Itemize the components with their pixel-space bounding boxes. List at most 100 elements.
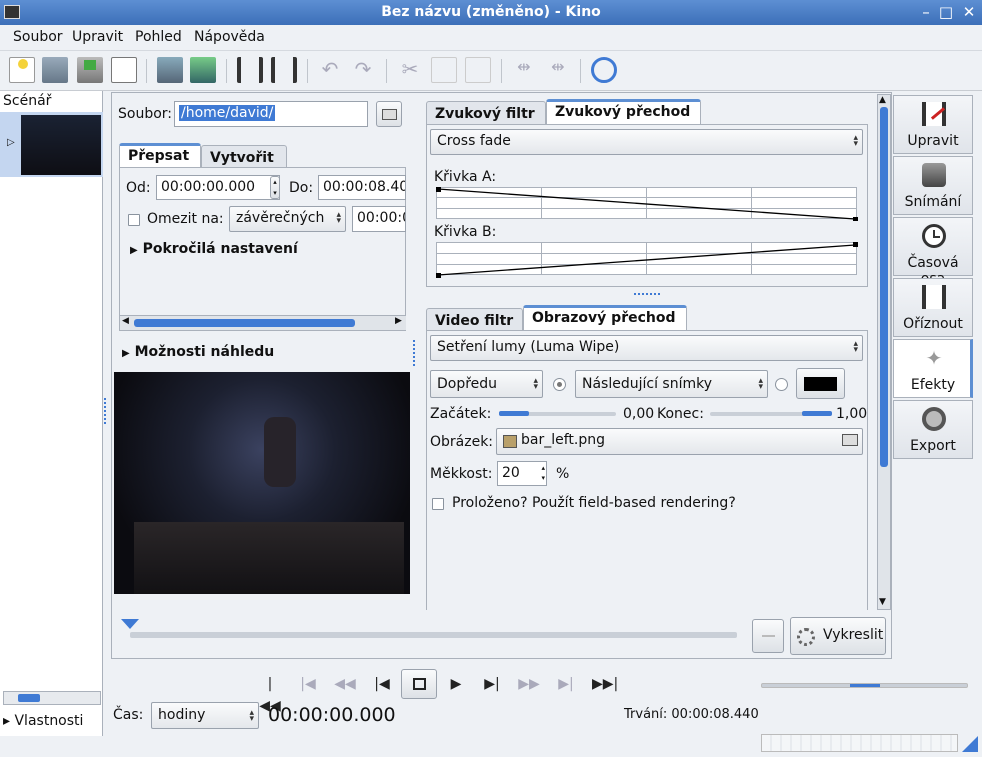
move-left-icon[interactable]: ⇹	[511, 57, 537, 83]
publish-icon[interactable]	[190, 57, 216, 83]
resize-grip-icon[interactable]	[962, 736, 978, 752]
interlace-checkbox[interactable]	[432, 498, 444, 510]
start-label: Začátek:	[430, 406, 492, 422]
from-time-input[interactable]: 00:00:00.000	[156, 175, 280, 200]
minimize-icon[interactable]: –	[916, 2, 936, 22]
menu-soubor[interactable]: Soubor	[13, 29, 63, 45]
start-slider[interactable]	[499, 411, 616, 416]
close-icon[interactable]: ✕	[959, 2, 979, 22]
advanced-settings-expander[interactable]: ▶ Pokročilá nastavení	[130, 241, 298, 257]
limit-time-input[interactable]: 00:00:0	[352, 206, 406, 232]
menu-napoveda[interactable]: Nápověda	[194, 29, 265, 45]
storyboard-label: Scénář	[3, 93, 52, 109]
undo-icon[interactable]: ↶	[317, 57, 343, 83]
video-transition-select[interactable]: Setření lumy (Luma Wipe) ▴ ▾	[430, 335, 863, 361]
softness-spin-button[interactable]: ▴ ▾	[541, 463, 545, 483]
preview-options-expander[interactable]: ▶ Možnosti náhledu	[122, 344, 274, 360]
stop-render-button[interactable]	[752, 619, 784, 653]
color-swatch	[804, 377, 837, 391]
sidebar-efekty[interactable]: ✦ Efekty	[893, 339, 973, 398]
pane-handle[interactable]	[634, 293, 660, 297]
to-time-input[interactable]: 00:00:08.400	[318, 175, 406, 200]
time-unit-value: hodiny	[158, 707, 206, 723]
sidebar-casova-osa[interactable]: Časová osa	[893, 217, 973, 287]
file-path-input[interactable]: /home/david/	[174, 101, 368, 127]
next-frame-icon[interactable]: ▶|	[481, 673, 503, 695]
tab-audio-filter[interactable]: Zvukový filtr	[426, 101, 546, 126]
frames-radio[interactable]	[553, 378, 566, 391]
render-button[interactable]: Vykreslit	[790, 617, 886, 655]
frames-select[interactable]: Následující snímky ▴ ▾	[575, 370, 768, 398]
chevron-updown-icon: ▴ ▾	[758, 376, 763, 392]
expander-icon[interactable]: ▷	[7, 137, 15, 148]
scroll-thumb[interactable]	[134, 319, 355, 327]
copy-icon[interactable]	[431, 57, 457, 83]
cut-icon[interactable]: ✂	[397, 57, 423, 83]
tab-audio-transition[interactable]: Zvukový přechod	[546, 99, 701, 124]
properties-expander[interactable]: ▸ Vlastnosti	[3, 713, 83, 729]
sidebar-snimani[interactable]: Snímání	[893, 156, 973, 215]
storyboard-row[interactable]: ▷	[0, 112, 103, 177]
open-icon[interactable]	[42, 57, 68, 83]
stop-button[interactable]	[401, 669, 437, 699]
scroll-down-icon[interactable]: ▼	[879, 597, 886, 607]
scroll-right-icon[interactable]: ▶	[395, 316, 402, 326]
end-label: Konec:	[657, 406, 704, 422]
preferences-icon[interactable]	[591, 57, 617, 83]
play-icon[interactable]: ▶	[445, 673, 467, 695]
scroll-thumb[interactable]	[880, 107, 888, 467]
position-marker[interactable]	[121, 619, 139, 629]
menu-pohled[interactable]: Pohled	[135, 29, 182, 45]
limit-checkbox[interactable]	[128, 214, 140, 226]
separator	[146, 59, 147, 83]
previous-scene-icon[interactable]: |◀	[297, 673, 319, 695]
write-scrollbar[interactable]: ◀ ▶	[120, 315, 406, 330]
browse-folder-button[interactable]	[376, 101, 402, 127]
go-to-end-icon[interactable]: ▶▶|	[592, 673, 618, 695]
fast-forward-icon[interactable]: ▶▶	[518, 673, 540, 695]
sidebar-oriznout[interactable]: Oříznout	[893, 278, 973, 337]
go-to-start-icon[interactable]: |◀◀	[259, 673, 281, 714]
time-unit-select[interactable]: hodiny ▴ ▾	[151, 702, 259, 729]
scroll-left-icon[interactable]: ◀	[122, 316, 129, 326]
save-icon[interactable]	[77, 57, 103, 83]
maximize-icon[interactable]: □	[936, 2, 956, 22]
direction-value: Dopředu	[437, 376, 498, 392]
rewind-icon[interactable]: ◀◀	[334, 673, 356, 695]
pane-handle[interactable]	[413, 340, 417, 366]
end-slider[interactable]	[710, 411, 832, 416]
menu-upravit[interactable]: Upravit	[72, 29, 123, 45]
color-button[interactable]	[796, 368, 845, 399]
new-icon[interactable]	[9, 57, 35, 83]
paste-icon[interactable]	[465, 57, 491, 83]
split-scene-icon[interactable]	[237, 57, 263, 83]
curve-b-graph[interactable]	[436, 242, 860, 278]
sidebar-export[interactable]: Export	[893, 400, 973, 459]
tab-video-transition[interactable]: Obrazový přechod	[523, 305, 687, 330]
image-file-chooser[interactable]: bar_left.png	[496, 428, 863, 455]
horizontal-scrollbar[interactable]	[3, 691, 101, 705]
tab-prepsat[interactable]: Přepsat	[119, 143, 201, 168]
pane-handle[interactable]	[104, 398, 108, 424]
shuttle-slider[interactable]	[761, 683, 968, 688]
vertical-scrollbar[interactable]: ▲ ▼	[877, 94, 891, 610]
audio-transition-select[interactable]: Cross fade ▴ ▾	[430, 129, 863, 155]
save-frame-icon[interactable]	[157, 57, 183, 83]
next-scene-icon[interactable]: ▶|	[555, 673, 577, 695]
direction-select[interactable]: Dopředu ▴ ▾	[430, 370, 543, 398]
scrub-slider[interactable]	[130, 632, 737, 638]
redo-icon[interactable]: ↷	[350, 57, 376, 83]
previous-frame-icon[interactable]: |◀	[371, 673, 393, 695]
from-spin-button[interactable]: ▴ ▾	[270, 176, 280, 199]
scroll-up-icon[interactable]: ▲	[879, 95, 886, 105]
export-icon[interactable]	[111, 57, 137, 83]
color-radio[interactable]	[775, 378, 788, 391]
limit-mode-select[interactable]: závěrečných ▴ ▾	[229, 206, 346, 232]
sidebar-upravit[interactable]: Upravit	[893, 95, 973, 154]
join-scene-icon[interactable]	[271, 57, 297, 83]
move-right-icon[interactable]: ⇹	[545, 57, 571, 83]
curve-a-graph[interactable]	[436, 187, 860, 221]
softness-input[interactable]: 20 ▴ ▾	[497, 461, 547, 486]
dash-icon	[762, 635, 775, 637]
scene-thumbnail[interactable]	[21, 115, 101, 175]
